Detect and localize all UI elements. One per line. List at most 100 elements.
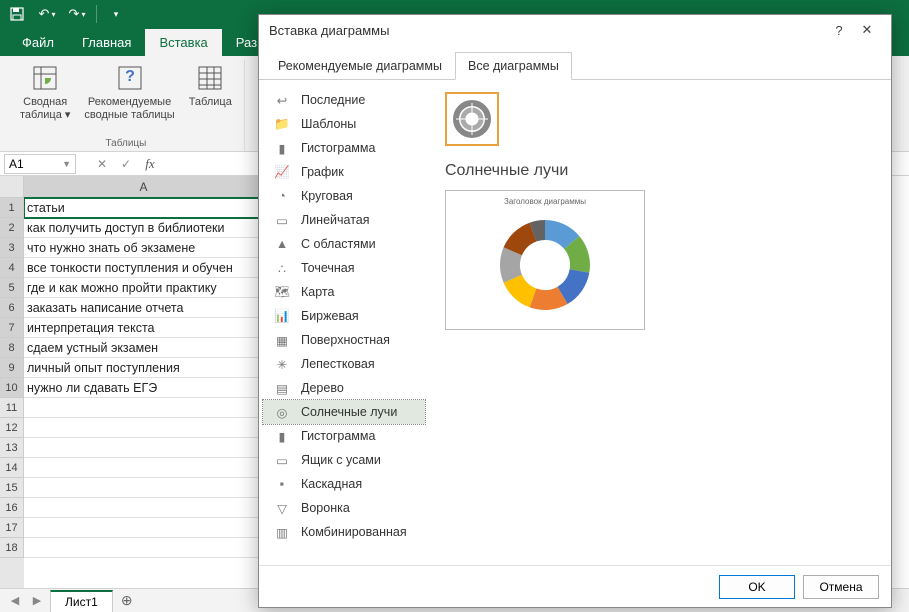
cancel-formula-button[interactable]: ✕ [92, 154, 112, 174]
sheet-tab-1[interactable]: Лист1 [50, 590, 113, 612]
column-header-a[interactable]: A [24, 176, 264, 198]
cell[interactable] [24, 458, 264, 478]
dialog-close-button[interactable]: ✕ [853, 16, 881, 44]
sheet-nav-prev[interactable]: ◀ [6, 592, 24, 610]
chart-type-label: Круговая [301, 189, 353, 203]
cell[interactable] [24, 498, 264, 518]
chart-type-item[interactable]: ↩Последние [263, 88, 425, 112]
tab-home[interactable]: Главная [68, 29, 145, 56]
chart-subtype-sunburst[interactable] [445, 92, 499, 146]
cell[interactable] [24, 478, 264, 498]
chart-type-item[interactable]: ▦ Поверхностная [263, 328, 425, 352]
chart-type-item[interactable]: 📈График [263, 160, 425, 184]
row-header[interactable]: 16 [0, 498, 24, 518]
row-header[interactable]: 12 [0, 418, 24, 438]
cell[interactable]: где и как можно пройти практику [24, 278, 264, 298]
cell[interactable]: статьи [24, 198, 264, 218]
name-box[interactable]: A1▼ [4, 154, 76, 174]
chart-preview-thumbnail[interactable]: Заголовок диаграммы [445, 190, 645, 330]
dialog-tab-recommended[interactable]: Рекомендуемые диаграммы [265, 52, 455, 80]
enter-formula-button[interactable]: ✓ [116, 154, 136, 174]
row-header[interactable]: 11 [0, 398, 24, 418]
cell[interactable] [24, 418, 264, 438]
chart-type-label: Поверхностная [301, 333, 390, 347]
save-button[interactable] [6, 3, 28, 25]
chart-type-item[interactable]: ▲С областями [263, 232, 425, 256]
chart-type-item[interactable]: 📁Шаблоны [263, 112, 425, 136]
chart-type-item[interactable]: ▥Комбинированная [263, 520, 425, 544]
cancel-button[interactable]: Отмена [803, 575, 879, 599]
cell[interactable]: заказать написание отчета [24, 298, 264, 318]
dialog-tab-all[interactable]: Все диаграммы [455, 52, 572, 80]
chart-type-item[interactable]: 📊Биржевая [263, 304, 425, 328]
tab-insert[interactable]: Вставка [145, 29, 221, 56]
chart-type-item[interactable]: ▭Линейчатая [263, 208, 425, 232]
qat-customize-button[interactable]: ▾ [105, 3, 127, 25]
table-label: Таблица [189, 96, 232, 109]
tab-file[interactable]: Файл [8, 29, 68, 56]
chart-preview-pane: Солнечные лучи Заголовок диаграммы [429, 80, 891, 565]
undo-button[interactable]: ↶▾ [36, 3, 58, 25]
cell[interactable]: сдаем устный экзамен [24, 338, 264, 358]
sunburst-subtype-icon [452, 99, 492, 139]
row-header[interactable]: 9 [0, 358, 24, 378]
cell[interactable]: нужно ли сдавать ЕГЭ [24, 378, 264, 398]
cell[interactable] [24, 398, 264, 418]
chart-type-item[interactable]: ◔ Круговая [263, 184, 425, 208]
chart-type-item[interactable]: ∴Точечная [263, 256, 425, 280]
insert-function-button[interactable]: fx [140, 154, 160, 174]
chart-type-label: Биржевая [301, 309, 359, 323]
cell[interactable]: что нужно знать об экзамене [24, 238, 264, 258]
row-header[interactable]: 13 [0, 438, 24, 458]
row-header[interactable]: 2 [0, 218, 24, 238]
chart-type-label: Карта [301, 285, 334, 299]
chart-type-icon: 🗺 [273, 284, 291, 300]
chart-type-item[interactable]: ▽Воронка [263, 496, 425, 520]
row-header[interactable]: 7 [0, 318, 24, 338]
row-header[interactable]: 15 [0, 478, 24, 498]
sheet-nav-next[interactable]: ▶ [28, 592, 46, 610]
insert-chart-dialog: Вставка диаграммы ? ✕ Рекомендуемые диаг… [258, 14, 892, 608]
chart-type-item[interactable]: ▪Каскадная [263, 472, 425, 496]
select-all-corner[interactable] [0, 176, 24, 198]
add-sheet-button[interactable]: ⊕ [117, 591, 137, 611]
recommended-pivots-button[interactable]: ? Рекомендуемые сводные таблицы [78, 60, 180, 124]
row-header[interactable]: 3 [0, 238, 24, 258]
chart-type-label: Лепестковая [301, 357, 375, 371]
cell[interactable]: все тонкости поступления и обучен [24, 258, 264, 278]
chart-type-item[interactable]: ▮Гистограмма [263, 136, 425, 160]
row-header[interactable]: 10 [0, 378, 24, 398]
dialog-help-button[interactable]: ? [825, 16, 853, 44]
chart-type-item[interactable]: 🗺 Карта [263, 280, 425, 304]
chart-type-item[interactable]: ▤Дерево [263, 376, 425, 400]
ok-button[interactable]: OK [719, 575, 795, 599]
row-header[interactable]: 14 [0, 458, 24, 478]
row-header[interactable]: 5 [0, 278, 24, 298]
cell[interactable] [24, 518, 264, 538]
chart-type-icon: ◔ [273, 188, 291, 204]
chart-type-item[interactable]: ▮Гистограмма [263, 424, 425, 448]
chart-type-item[interactable]: ✳Лепестковая [263, 352, 425, 376]
chart-type-icon: ∴ [273, 260, 291, 276]
row-header[interactable]: 8 [0, 338, 24, 358]
cell[interactable] [24, 538, 264, 558]
cell[interactable]: как получить доступ в библиотеки [24, 218, 264, 238]
row-header[interactable]: 6 [0, 298, 24, 318]
qat-separator [96, 5, 97, 23]
chart-type-item[interactable]: ▭Ящик с усами [263, 448, 425, 472]
chart-type-item[interactable]: ◎Солнечные лучи [263, 400, 425, 424]
name-box-dropdown-icon[interactable]: ▼ [62, 159, 71, 169]
row-header[interactable]: 17 [0, 518, 24, 538]
row-header[interactable]: 4 [0, 258, 24, 278]
redo-button[interactable]: ↷▾ [66, 3, 88, 25]
chart-type-list: ↩Последние📁Шаблоны▮Гистограмма📈График◔Кр… [259, 80, 429, 565]
cell[interactable] [24, 438, 264, 458]
row-header[interactable]: 18 [0, 538, 24, 558]
table-button[interactable]: Таблица [183, 60, 238, 111]
cell[interactable]: интерпретация текста [24, 318, 264, 338]
row-header[interactable]: 1 [0, 198, 24, 218]
pivot-table-button[interactable]: Сводная таблица ▾ [14, 60, 76, 124]
chart-type-icon: ▽ [273, 500, 291, 516]
chart-type-icon: ▦ [273, 332, 291, 348]
cell[interactable]: личный опыт поступления [24, 358, 264, 378]
